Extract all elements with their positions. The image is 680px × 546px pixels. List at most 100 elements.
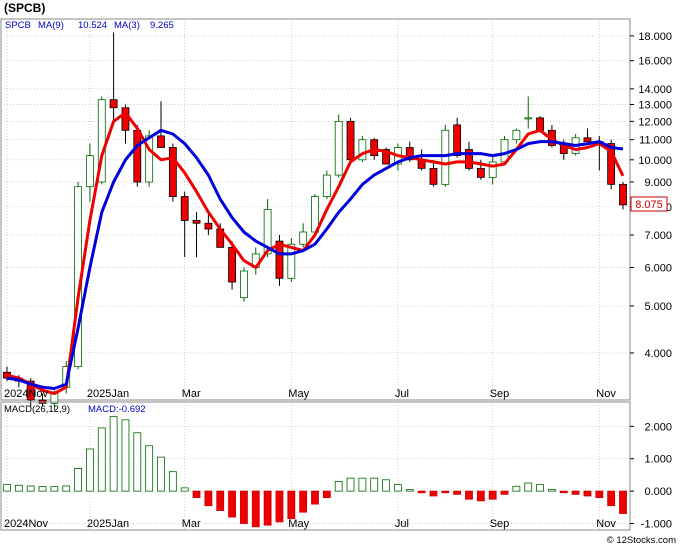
candle-down bbox=[583, 137, 592, 143]
candle-down bbox=[204, 222, 213, 230]
macd-y-tick-label: -1.000 bbox=[641, 519, 672, 531]
stock-chart: (SPCB) 4.0005.0006.0007.0008.0009.00010.… bbox=[0, 0, 680, 546]
chart-title: (SPCB) bbox=[4, 1, 45, 15]
price-y-tick-label: 14.000 bbox=[638, 84, 672, 96]
macd-bar-positive bbox=[524, 482, 533, 492]
macd-bar-positive bbox=[86, 448, 94, 492]
macd-x-tick-label: May bbox=[288, 518, 309, 530]
macd-bar-positive bbox=[97, 427, 106, 492]
macd-bar-positive bbox=[180, 487, 189, 492]
macd-bar-positive bbox=[145, 445, 154, 492]
macd-bar-negative bbox=[417, 490, 426, 494]
price-x-tick-label: 2025Jan bbox=[87, 388, 129, 400]
macd-bar-positive bbox=[358, 477, 367, 492]
macd-y-tick-label: 0.000 bbox=[644, 486, 672, 498]
candle-down bbox=[536, 117, 544, 131]
legend-ma-slow-label: MA(3) bbox=[114, 20, 140, 31]
macd-bar-negative bbox=[311, 490, 319, 505]
candle-down bbox=[453, 124, 462, 157]
macd-bar-negative bbox=[216, 490, 225, 511]
candle-up bbox=[524, 117, 533, 120]
macd-bar-negative bbox=[299, 490, 308, 513]
macd-bar-positive bbox=[536, 484, 544, 492]
price-x-tick-label: Jul bbox=[395, 388, 409, 400]
last-price-label: 8.075 bbox=[635, 199, 663, 211]
candle-down bbox=[180, 196, 189, 221]
macd-bar-negative bbox=[192, 490, 201, 498]
legend-ma-slow-value: 9.265 bbox=[150, 20, 174, 31]
candle-down bbox=[133, 129, 142, 183]
candle-down bbox=[228, 246, 236, 283]
macd-bar-positive bbox=[109, 416, 118, 492]
macd-bar-positive bbox=[548, 489, 556, 492]
macd-bar-positive bbox=[133, 432, 142, 492]
price-x-tick-label: Sep bbox=[490, 388, 510, 400]
macd-bar-positive bbox=[405, 489, 414, 492]
macd-legend-value: MACD:-0.692 bbox=[88, 404, 146, 415]
macd-x-tick-label: Mar bbox=[182, 518, 201, 530]
macd-x-tick-label: 2024Nov bbox=[4, 518, 49, 530]
price-y-tick-label: 9.000 bbox=[644, 177, 672, 189]
candle-down bbox=[370, 139, 379, 157]
macd-bar-negative bbox=[429, 490, 438, 497]
macd-bar-negative bbox=[453, 490, 462, 495]
macd-bar-negative bbox=[204, 490, 213, 507]
macd-bar-negative bbox=[559, 490, 568, 494]
price-y-tick-label: 7.000 bbox=[644, 230, 672, 242]
price-x-tick-label: Nov bbox=[596, 388, 616, 400]
price-x-tick-label: May bbox=[288, 388, 309, 400]
macd-bar-negative bbox=[263, 490, 272, 526]
price-y-tick-label: 12.000 bbox=[638, 116, 672, 128]
price-y-tick-label: 5.000 bbox=[644, 301, 672, 313]
macd-bar-positive bbox=[346, 477, 355, 492]
macd-bar-positive bbox=[38, 486, 47, 492]
macd-x-tick-label: Jul bbox=[395, 518, 409, 530]
macd-bar-positive bbox=[50, 486, 59, 492]
macd-bar-positive bbox=[334, 480, 343, 492]
price-y-tick-label: 11.000 bbox=[639, 135, 672, 147]
price-x-tick-label: Mar bbox=[182, 388, 201, 400]
candle-up bbox=[299, 231, 308, 245]
macd-bar-positive bbox=[3, 484, 11, 492]
last-price-marker: 8.075 bbox=[630, 196, 668, 212]
macd-bar-positive bbox=[512, 485, 521, 492]
macd-bar-negative bbox=[583, 490, 592, 497]
candle-up bbox=[512, 129, 521, 141]
legend-ma-fast-value: 10.524 bbox=[78, 20, 107, 31]
price-y-tick-label: 4.000 bbox=[644, 348, 672, 360]
macd-bar-positive bbox=[157, 456, 165, 492]
candle-up bbox=[500, 139, 509, 163]
macd-legend-label: MACD(26,12,9) bbox=[4, 404, 70, 415]
macd-x-tick-label: Sep bbox=[490, 518, 510, 530]
macd-x-tick-label: Nov bbox=[596, 518, 616, 530]
legend-ticker: SPCB bbox=[5, 20, 31, 31]
macd-bar-negative bbox=[571, 490, 580, 495]
candle-up bbox=[240, 270, 248, 299]
macd-bar-positive bbox=[26, 485, 35, 492]
macd-bar-negative bbox=[476, 490, 485, 502]
price-y-tick-label: 13.000 bbox=[638, 99, 672, 111]
macd-bar-negative bbox=[465, 490, 473, 500]
candle-down bbox=[429, 167, 438, 185]
macd-bar-negative bbox=[619, 490, 627, 514]
candle-down bbox=[109, 99, 118, 109]
macd-bar-negative bbox=[228, 490, 236, 518]
candle-down bbox=[157, 135, 165, 148]
macd-bar-positive bbox=[14, 484, 23, 492]
price-x-tick-label: 2024Nov bbox=[4, 388, 49, 400]
macd-bar-negative bbox=[607, 490, 616, 507]
macd-bar-positive bbox=[394, 484, 402, 492]
macd-x-tick-label: 2025Jan bbox=[87, 518, 129, 530]
price-y-tick-label: 18.000 bbox=[638, 31, 672, 43]
macd-y-tick-label: 1.000 bbox=[644, 454, 672, 466]
macd-bar-negative bbox=[240, 490, 248, 524]
macd-bar-negative bbox=[287, 490, 296, 520]
candle-up bbox=[322, 174, 331, 197]
macd-y-tick-label: 2.000 bbox=[644, 421, 672, 433]
macd-bar-negative bbox=[275, 490, 284, 523]
macd-bar-positive bbox=[168, 471, 177, 492]
legend-ma-fast-label: MA(9) bbox=[38, 20, 64, 31]
macd-bar-negative bbox=[595, 490, 604, 498]
macd-bar-positive bbox=[370, 477, 379, 492]
macd-bar-negative bbox=[500, 490, 509, 495]
